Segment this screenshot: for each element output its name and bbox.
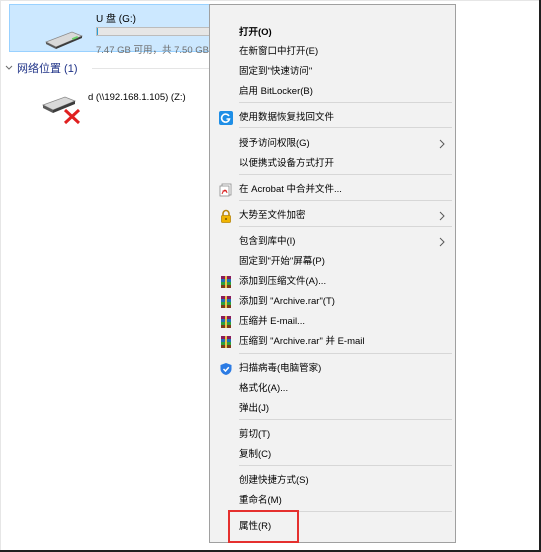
menu-item-open[interactable]: 打开(O) [210,23,455,43]
menu-item-label: 启用 BitLocker(B) [239,86,313,97]
menu-item-open-new-window[interactable]: 在新窗口中打开(E) [210,42,455,62]
disconnected-network-drive-icon[interactable] [41,95,85,125]
menu-item-label: 包含到库中(I) [239,236,296,247]
winrar-icon [219,295,233,309]
recovery-g-icon [219,111,233,125]
tencent-shield-icon [219,362,233,376]
menu-item-label: 剪切(T) [239,429,271,440]
menu-separator [239,226,452,227]
section-divider [92,68,212,69]
menu-item-label: 固定到"开始"屏幕(P) [239,256,325,267]
menu-item-label: 弹出(J) [239,403,270,414]
menu-item-label: 重命名(M) [239,495,282,506]
menu-item-label: 打开(O) [239,27,272,38]
window-top-edge [0,0,541,1]
menu-item-label: 添加到 "Archive.rar"(T) [239,296,335,307]
menu-separator [239,200,452,201]
menu-item-create-shortcut[interactable]: 创建快捷方式(S) [210,471,455,491]
menu-item-pin-quick-access[interactable]: 固定到"快速访问" [210,62,455,82]
menu-item-label: 使用数据恢复找回文件 [239,112,335,123]
menu-item-add-archive[interactable]: 添加到压缩文件(A)... [210,272,455,292]
network-locations-header[interactable]: 网络位置 (1) [3,60,78,76]
menu-item-enable-bitlocker[interactable]: 启用 BitLocker(B) [210,82,455,102]
menu-item-dashi-encrypt[interactable]: 大势至文件加密 [210,206,455,226]
menu-item-label: 添加到压缩文件(A)... [239,276,327,287]
properties-highlight-box [228,510,299,543]
menu-separator [239,465,452,466]
menu-item-label: 以便携式设备方式打开 [239,158,335,169]
chevron-right-icon [439,139,445,149]
winrar-icon [219,275,233,289]
menu-item-scan-virus[interactable]: 扫描病毒(电脑管家) [210,359,455,379]
context-menu: 打开(O) 在新窗口中打开(E) 固定到"快速访问" 启用 BitLocker(B) 使… [209,4,456,543]
menu-item-open-portable[interactable]: 以便携式设备方式打开 [210,154,455,174]
menu-item-label: 大势至文件加密 [239,210,306,221]
menu-item-eject[interactable]: 弹出(J) [210,399,455,419]
network-drive-name: d (\\192.168.1.105) (Z:) [88,92,186,103]
window-left-edge [0,0,1,552]
padlock-icon [219,209,233,223]
menu-item-give-access[interactable]: 授予访问权限(G) [210,134,455,154]
menu-separator [239,353,452,354]
network-locations-title: 网络位置 (1) [17,63,78,75]
menu-item-recover-files[interactable]: 使用数据恢复找回文件 [210,108,455,128]
menu-item-label: 授予访问权限(G) [239,138,310,149]
drive-name: U 盘 (G:) [96,14,136,25]
chevron-right-icon [439,237,445,247]
usb-drive-tile[interactable]: U 盘 (G:) 7.47 GB 可用，共 7.50 GB [9,4,218,56]
winrar-icon [219,315,233,329]
menu-item-label: 压缩并 E-mail... [239,316,305,327]
chevron-right-icon [439,211,445,221]
menu-item-label: 格式化(A)... [239,383,289,394]
menu-separator [239,419,452,420]
menu-item-label: 在 Acrobat 中合并文件... [239,184,342,195]
menu-item-pin-start[interactable]: 固定到"开始"屏幕(P) [210,252,455,272]
drive-capacity-bar [96,27,218,36]
menu-item-acrobat-combine[interactable]: 在 Acrobat 中合并文件... [210,180,455,200]
menu-item-compress-email[interactable]: 压缩并 E-mail... [210,312,455,332]
menu-item-copy[interactable]: 复制(C) [210,445,455,465]
menu-separator [239,174,452,175]
menu-separator [239,102,452,103]
usb-drive-icon [45,31,84,49]
menu-item-compress-rar-email[interactable]: 压缩到 "Archive.rar" 并 E-mail [210,332,455,352]
menu-item-label: 创建快捷方式(S) [239,475,309,486]
menu-item-rename[interactable]: 重命名(M) [210,491,455,511]
chevron-down-icon [5,65,13,70]
menu-item-include-library[interactable]: 包含到库中(I) [210,232,455,252]
menu-item-label: 固定到"快速访问" [239,66,313,77]
menu-item-label: 在新窗口中打开(E) [239,46,319,57]
drive-size-text: 7.47 GB 可用，共 7.50 GB [96,45,209,56]
menu-item-add-archive-rar[interactable]: 添加到 "Archive.rar"(T) [210,292,455,312]
menu-item-cut[interactable]: 剪切(T) [210,425,455,445]
menu-item-label: 压缩到 "Archive.rar" 并 E-mail [239,336,365,347]
menu-item-label: 扫描病毒(电脑管家) [239,363,322,374]
acrobat-icon [219,183,233,197]
menu-item-label: 复制(C) [239,449,272,460]
menu-item-format[interactable]: 格式化(A)... [210,379,455,399]
winrar-icon [219,335,233,349]
